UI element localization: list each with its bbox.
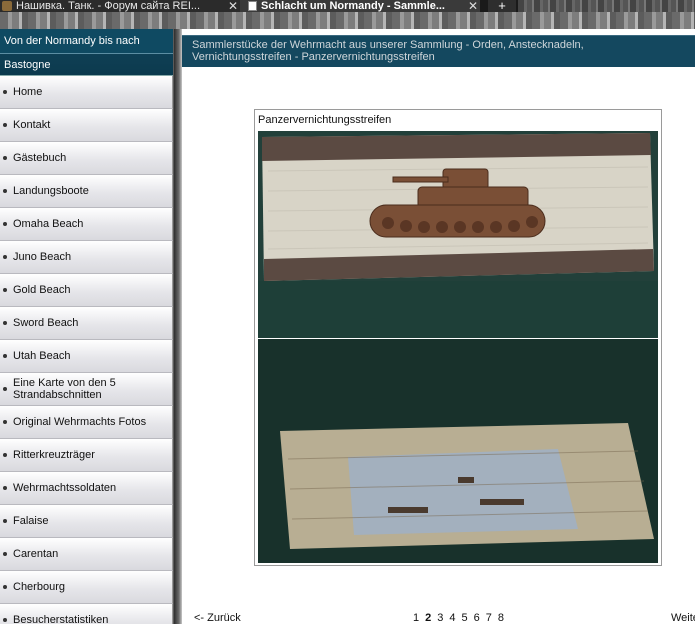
bullet-icon	[3, 321, 7, 325]
bullet-icon	[3, 354, 7, 358]
sidebar-item-label: Ritterkreuzträger	[13, 449, 95, 461]
sidebar-item-label: Eine Karte von den 5 Strandabschnitten	[13, 377, 116, 401]
bullet-icon	[3, 288, 7, 292]
page-number-link[interactable]: 2	[425, 612, 431, 624]
bullet-icon	[3, 387, 7, 391]
page-title: Sammlerstücke der Wehrmacht aus unserer …	[182, 35, 695, 67]
main-content: Sammlerstücke der Wehrmacht aus unserer …	[182, 29, 695, 624]
bullet-icon	[3, 552, 7, 556]
photo-gallery-frame: Panzervernichtungsstreifen	[254, 109, 662, 566]
page-number-link[interactable]: 5	[462, 612, 468, 624]
sidebar-item-label: Carentan	[13, 548, 59, 560]
sidebar-item-1[interactable]: Kontakt	[0, 109, 173, 142]
close-icon[interactable]: ✕	[466, 0, 480, 12]
browser-tab-1[interactable]: Нашивка. Танк. - Форум сайта REI... ✕	[0, 0, 240, 12]
bullet-icon	[3, 585, 7, 589]
bullet-icon	[3, 618, 7, 622]
sidebar-item-label: Kontakt	[13, 119, 51, 131]
bullet-icon	[3, 519, 7, 523]
sidebar-item-12[interactable]: Wehrmachtssoldaten	[0, 472, 173, 505]
sidebar-item-label: Original Wehrmachts Fotos	[13, 416, 147, 428]
page-number-link[interactable]: 4	[449, 612, 455, 624]
bullet-icon	[3, 486, 7, 490]
sidebar-item-label: Gold Beach	[13, 284, 71, 296]
sidebar-item-15[interactable]: Cherbourg	[0, 571, 173, 604]
sidebar-item-label: Landungsboote	[13, 185, 89, 197]
bullet-icon	[3, 123, 7, 127]
previous-page-link[interactable]: <- Zurück	[194, 612, 241, 624]
sidebar-heading-line2: Bastogne	[4, 59, 51, 71]
bullet-icon	[3, 189, 7, 193]
sidebar-item-label: Home	[13, 86, 43, 98]
favicon-icon	[2, 1, 12, 11]
page-number-link[interactable]: 3	[437, 612, 443, 624]
sidebar-item-3[interactable]: Landungsboote	[0, 175, 173, 208]
browser-tab-bar: Нашивка. Танк. - Форум сайта REI... ✕ Sc…	[0, 0, 695, 12]
sidebar-item-16[interactable]: Besucherstatistiken	[0, 604, 173, 624]
sidebar-heading-line1: Von der Normandy bis nach	[0, 29, 173, 54]
page-number-list: 12345678	[413, 612, 504, 624]
sidebar-item-14[interactable]: Carentan	[0, 538, 173, 571]
bullet-icon	[3, 156, 7, 160]
sidebar-item-0[interactable]: Home	[0, 76, 173, 109]
sidebar-item-6[interactable]: Gold Beach	[0, 274, 173, 307]
close-icon[interactable]: ✕	[226, 0, 240, 12]
badge-back-photo[interactable]	[258, 339, 658, 563]
sidebar-item-11[interactable]: Ritterkreuzträger	[0, 439, 173, 472]
bullet-icon	[3, 420, 7, 424]
sidebar-heading: Von der Normandy bis nach Bastogne	[0, 29, 173, 76]
badge-front-photo[interactable]	[258, 131, 658, 338]
photo-caption: Panzervernichtungsstreifen	[258, 114, 392, 126]
sidebar-item-8[interactable]: Utah Beach	[0, 340, 173, 373]
sidebar-item-label: Sword Beach	[13, 317, 79, 329]
tab-title: Schlacht um Normandy - Sammle...	[261, 0, 445, 12]
bullet-icon	[3, 453, 7, 457]
sidebar-item-9[interactable]: Eine Karte von den 5 Strandabschnitten	[0, 373, 173, 406]
sidebar-item-2[interactable]: Gästebuch	[0, 142, 173, 175]
page-number-link[interactable]: 8	[498, 612, 504, 624]
sidebar-item-label: Besucherstatistiken	[13, 614, 109, 624]
sidebar-navigation: Von der Normandy bis nach Bastogne Home K…	[0, 29, 174, 624]
bullet-icon	[3, 222, 7, 226]
page-number-link[interactable]: 1	[413, 612, 419, 624]
page-number-link[interactable]: 6	[474, 612, 480, 624]
sidebar-item-10[interactable]: Original Wehrmachts Fotos	[0, 406, 173, 439]
header-banner-image	[0, 12, 695, 29]
page-number-link[interactable]: 7	[486, 612, 492, 624]
sidebar-item-label: Wehrmachtssoldaten	[13, 482, 117, 494]
sidebar-item-label: Utah Beach	[13, 350, 71, 362]
sidebar-item-label: Cherbourg	[13, 581, 65, 593]
sidebar-item-4[interactable]: Omaha Beach	[0, 208, 173, 241]
browser-tab-2-active[interactable]: Schlacht um Normandy - Sammle... ✕	[240, 0, 480, 12]
sidebar-item-label: Juno Beach	[13, 251, 72, 263]
sidebar-item-label: Omaha Beach	[13, 218, 84, 230]
sidebar-item-7[interactable]: Sword Beach	[0, 307, 173, 340]
bullet-icon	[3, 255, 7, 259]
bullet-icon	[3, 90, 7, 94]
sidebar-item-label: Falaise	[13, 515, 49, 527]
new-tab-button[interactable]: +	[488, 0, 516, 12]
sidebar-shadow	[174, 29, 182, 624]
sidebar-item-13[interactable]: Falaise	[0, 505, 173, 538]
next-page-link[interactable]: Weiter	[671, 612, 695, 624]
sidebar-item-label: Gästebuch	[13, 152, 67, 164]
tab-title: Нашивка. Танк. - Форум сайта REI...	[16, 0, 201, 12]
tab-strip-background	[518, 0, 695, 12]
sidebar-item-5[interactable]: Juno Beach	[0, 241, 173, 274]
page-icon	[248, 1, 257, 11]
nav-list: Home Kontakt Gästebuch Landungsboote Omaha B…	[0, 76, 173, 624]
